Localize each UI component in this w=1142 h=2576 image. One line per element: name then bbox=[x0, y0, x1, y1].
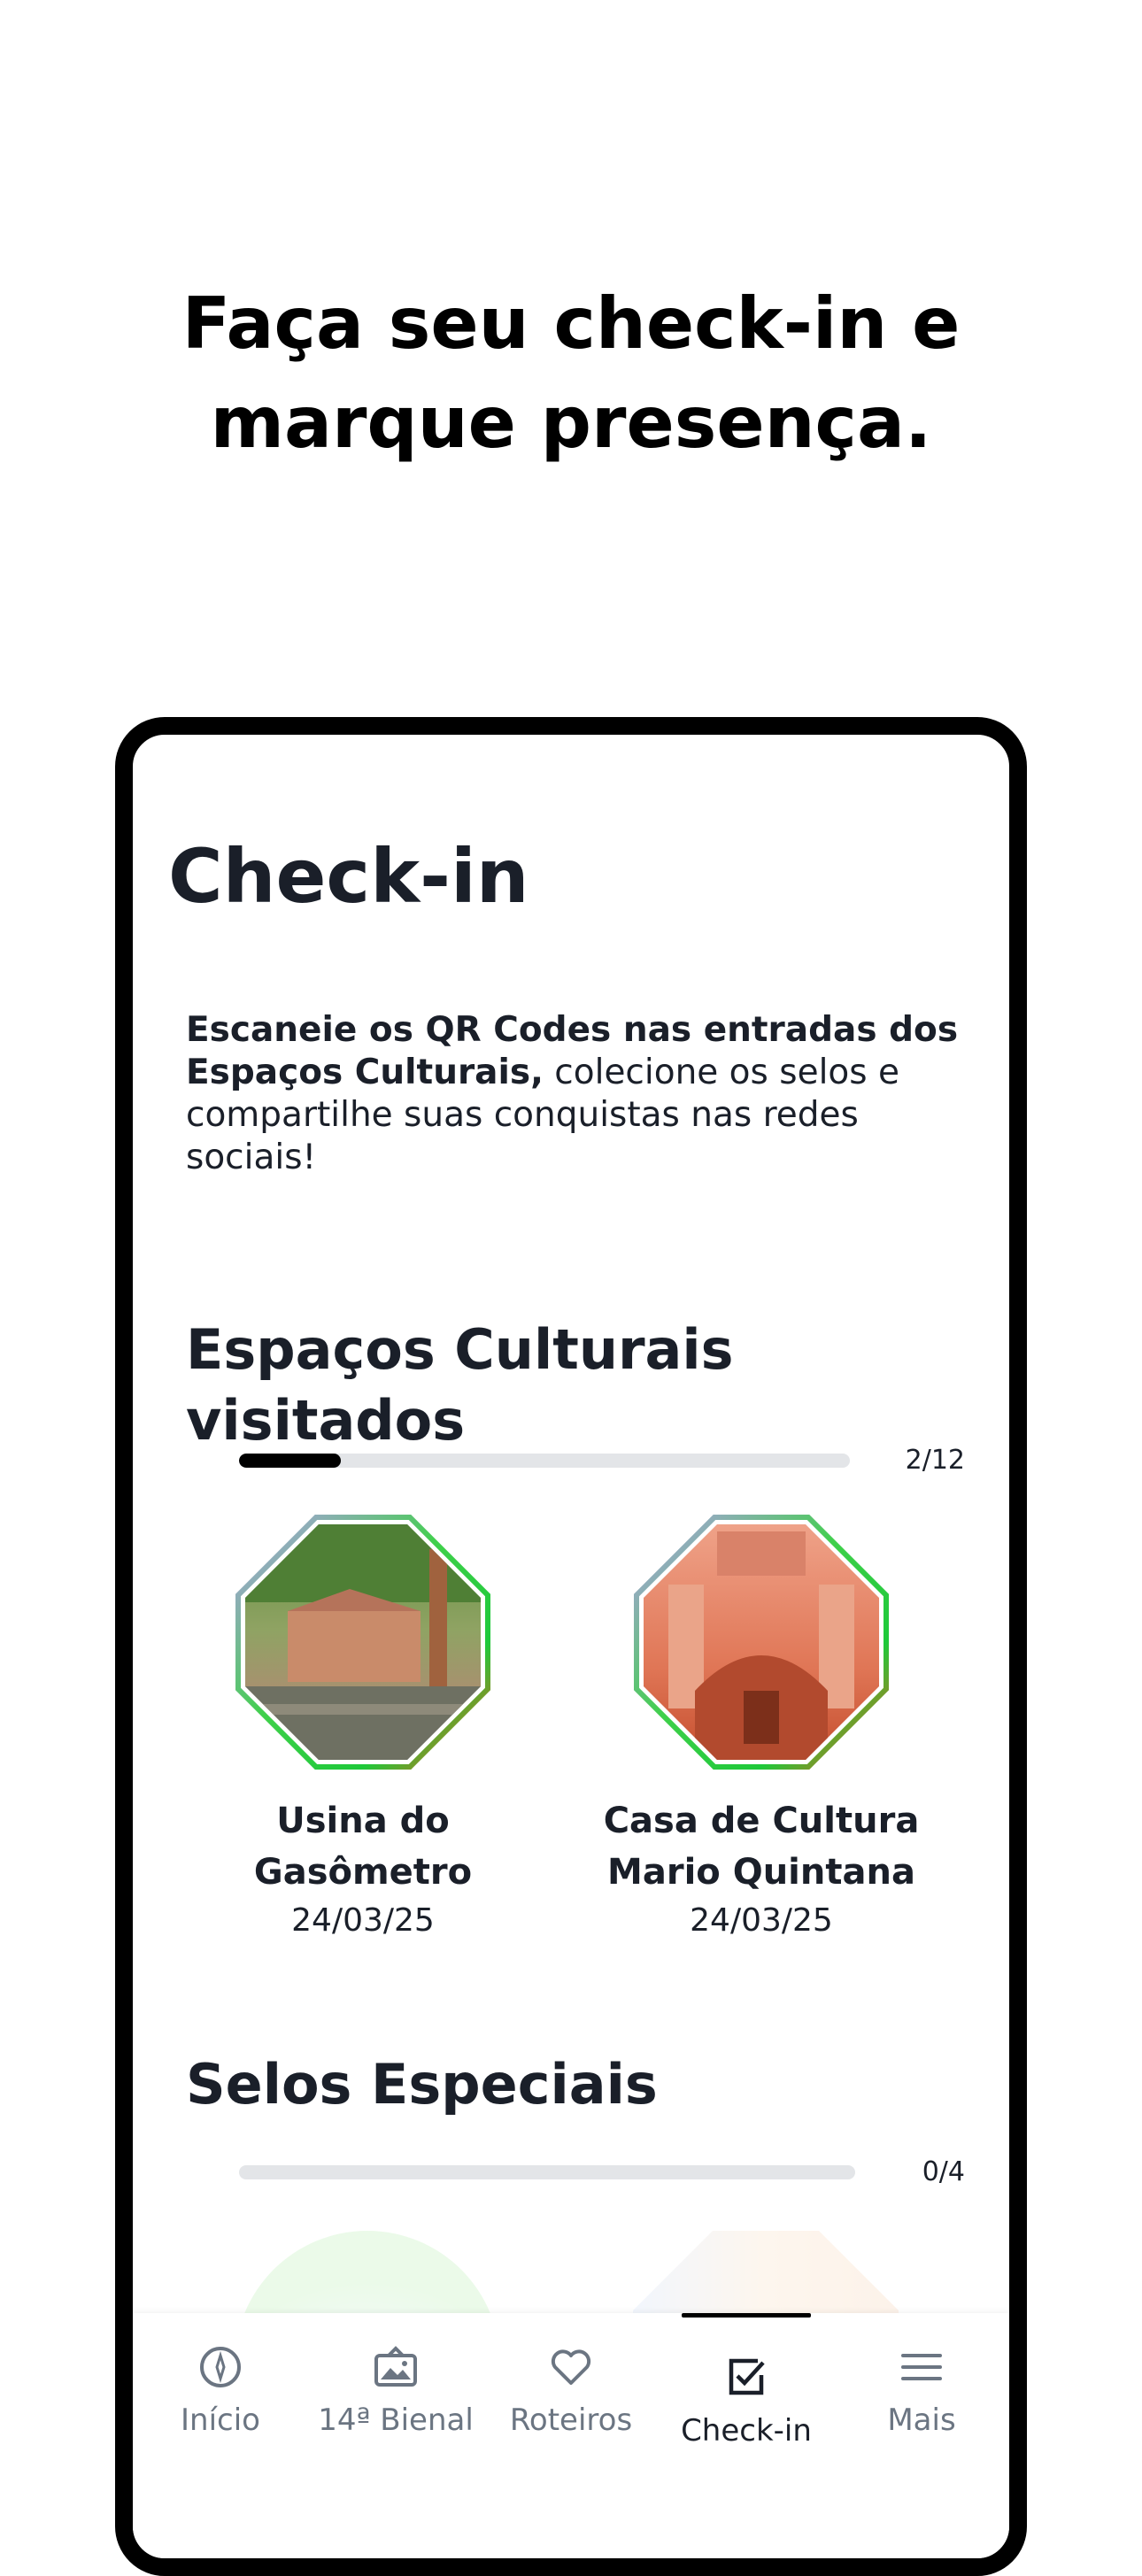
tab-roteiros[interactable]: Roteiros bbox=[483, 2313, 659, 2472]
menu-icon bbox=[901, 2354, 942, 2380]
space-name-line-1: Casa de Cultura bbox=[603, 1801, 920, 1841]
special-section-title: Selos Especiais bbox=[186, 2052, 658, 2117]
tab-check-in[interactable]: Check-in bbox=[659, 2313, 834, 2472]
tab-bienal[interactable]: 14ª Bienal bbox=[308, 2313, 483, 2472]
bottom-tab-bar: Início 14ª Bienal Roteiros Check-in Mais bbox=[133, 2313, 1009, 2558]
space-name-line-2: Mario Quintana bbox=[607, 1852, 915, 1893]
visited-progress-count: 2/12 bbox=[905, 1445, 965, 1476]
space-visit-date: 24/03/25 bbox=[690, 1902, 833, 1939]
tab-label: 14ª Bienal bbox=[318, 2402, 474, 2438]
special-progress-count: 0/4 bbox=[922, 2156, 965, 2187]
tab-label: Início bbox=[181, 2402, 260, 2438]
tab-label: Mais bbox=[887, 2402, 956, 2438]
tab-mais[interactable]: Mais bbox=[834, 2313, 1009, 2472]
usina-photo-badge bbox=[235, 1515, 490, 1770]
tab-label: Roteiros bbox=[509, 2402, 633, 2438]
intro-text: Escaneie os QR Codes nas entradas dos Es… bbox=[186, 1009, 965, 1179]
phone-frame: Check-in Escaneie os QR Codes nas entrad… bbox=[115, 717, 1027, 2576]
visited-progress-bar bbox=[239, 1454, 850, 1468]
checkbox-icon bbox=[729, 2358, 765, 2395]
visited-space-card[interactable]: Casa de Cultura Mario Quintana 24/03/25 bbox=[584, 1514, 938, 1944]
tab-label: Check-in bbox=[681, 2413, 812, 2449]
casa-cultura-photo-badge bbox=[634, 1515, 889, 1770]
visited-progress-fill bbox=[239, 1454, 342, 1468]
visited-section-title: Espaços Culturais visitados bbox=[186, 1317, 734, 1453]
tab-inicio[interactable]: Início bbox=[133, 2313, 308, 2472]
headline-line-2: marque presença. bbox=[210, 382, 932, 464]
active-tab-indicator bbox=[682, 2313, 811, 2318]
space-name-line-2: Gasômetro bbox=[253, 1852, 473, 1893]
gallery-icon bbox=[374, 2346, 417, 2387]
space-name-line-1: Usina do bbox=[276, 1801, 450, 1841]
compass-icon bbox=[200, 2347, 241, 2387]
visited-space-card[interactable]: Usina do Gasômetro 24/03/25 bbox=[186, 1514, 540, 1944]
space-visit-date: 24/03/25 bbox=[291, 1902, 435, 1939]
headline-line-1: Faça seu check-in e bbox=[181, 282, 961, 365]
special-progress-bar bbox=[239, 2165, 855, 2179]
page-title: Check-in bbox=[168, 833, 529, 920]
checkin-screen: Check-in Escaneie os QR Codes nas entrad… bbox=[133, 735, 1009, 2558]
heart-icon bbox=[551, 2349, 591, 2385]
promo-headline: Faça seu check-in e marque presença. bbox=[0, 274, 1142, 473]
